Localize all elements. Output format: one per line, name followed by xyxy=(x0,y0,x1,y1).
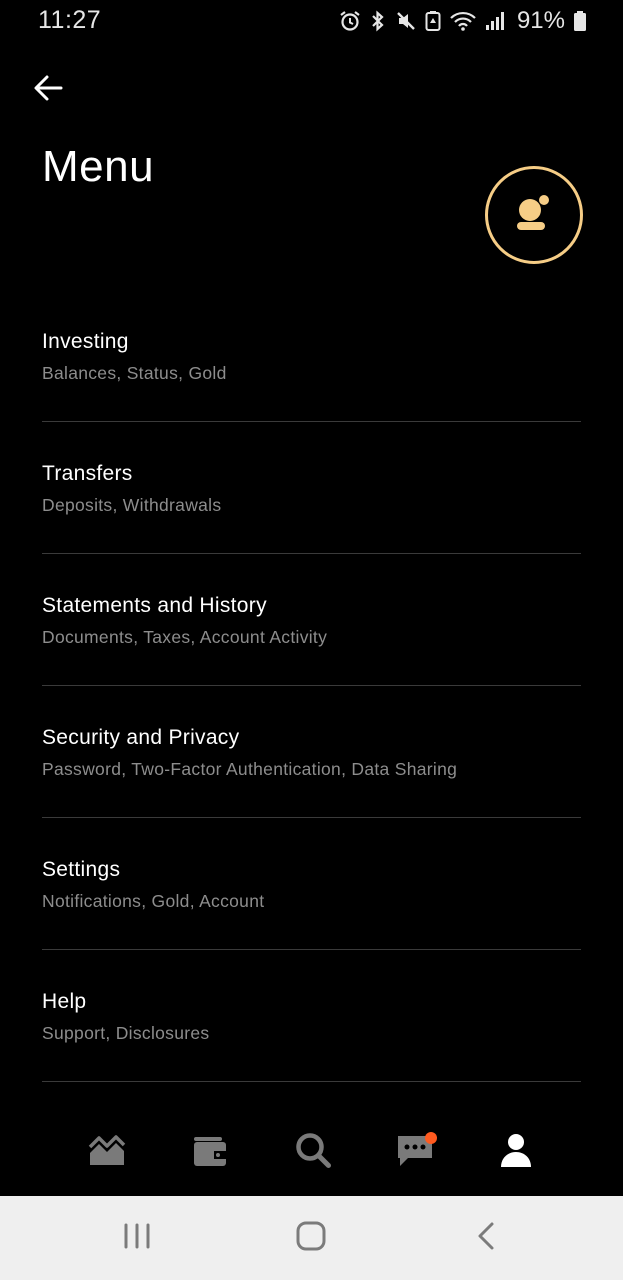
menu-item-security[interactable]: Security and Privacy Password, Two-Facto… xyxy=(42,686,581,818)
signal-icon xyxy=(485,10,507,32)
bluetooth-icon xyxy=(369,10,387,32)
menu-item-title: Statements and History xyxy=(42,594,267,617)
menu-item-title: Transfers xyxy=(42,462,133,485)
tab-search[interactable] xyxy=(289,1128,337,1176)
menu-list: Investing Balances, Status, Gold Transfe… xyxy=(42,290,581,1082)
menu-item-title: Investing xyxy=(42,330,129,353)
recents-icon xyxy=(123,1223,151,1254)
menu-item-title: Help xyxy=(42,990,87,1013)
menu-item-statements[interactable]: Statements and History Documents, Taxes,… xyxy=(42,554,581,686)
battery-saver-icon xyxy=(425,10,441,32)
account-icon xyxy=(499,1132,533,1173)
alarm-icon xyxy=(339,10,361,32)
tab-messages[interactable] xyxy=(391,1128,439,1176)
arrow-left-icon xyxy=(33,74,63,107)
menu-item-subtitle: Documents, Taxes, Account Activity xyxy=(42,627,328,647)
home-button[interactable] xyxy=(287,1216,335,1260)
system-back-button[interactable] xyxy=(462,1216,510,1260)
back-icon xyxy=(475,1221,497,1256)
menu-item-investing[interactable]: Investing Balances, Status, Gold xyxy=(42,290,581,422)
battery-icon xyxy=(573,10,587,32)
status-icons: 91% xyxy=(339,7,587,34)
menu-item-subtitle: Password, Two-Factor Authentication, Dat… xyxy=(42,759,458,779)
wifi-icon xyxy=(449,10,477,32)
user-avatar-icon xyxy=(509,188,559,243)
menu-item-title: Security and Privacy xyxy=(42,726,240,749)
menu-item-help[interactable]: Help Support, Disclosures xyxy=(42,950,581,1082)
chart-icon xyxy=(88,1133,126,1172)
mute-icon xyxy=(395,10,417,32)
recents-button[interactable] xyxy=(113,1216,161,1260)
search-icon xyxy=(294,1131,332,1174)
tab-account[interactable] xyxy=(492,1128,540,1176)
home-icon xyxy=(296,1221,326,1256)
wallet-icon xyxy=(192,1133,228,1172)
avatar-button[interactable] xyxy=(485,166,583,264)
status-bar: 11:27 91% xyxy=(0,0,623,44)
menu-item-transfers[interactable]: Transfers Deposits, Withdrawals xyxy=(42,422,581,554)
status-time: 11:27 xyxy=(38,6,102,34)
notification-dot xyxy=(425,1132,437,1144)
menu-item-settings[interactable]: Settings Notifications, Gold, Account xyxy=(42,818,581,950)
tab-chart[interactable] xyxy=(83,1128,131,1176)
menu-item-subtitle: Balances, Status, Gold xyxy=(42,363,227,383)
menu-item-subtitle: Support, Disclosures xyxy=(42,1023,210,1043)
menu-item-subtitle: Notifications, Gold, Account xyxy=(42,891,265,911)
page-title: Menu xyxy=(42,142,155,191)
menu-item-title: Settings xyxy=(42,858,121,881)
menu-item-subtitle: Deposits, Withdrawals xyxy=(42,495,222,515)
back-button[interactable] xyxy=(28,70,68,110)
tab-wallet[interactable] xyxy=(186,1128,234,1176)
system-nav-bar xyxy=(0,1196,623,1280)
battery-percent: 91% xyxy=(516,7,565,34)
tab-bar xyxy=(0,1110,623,1196)
